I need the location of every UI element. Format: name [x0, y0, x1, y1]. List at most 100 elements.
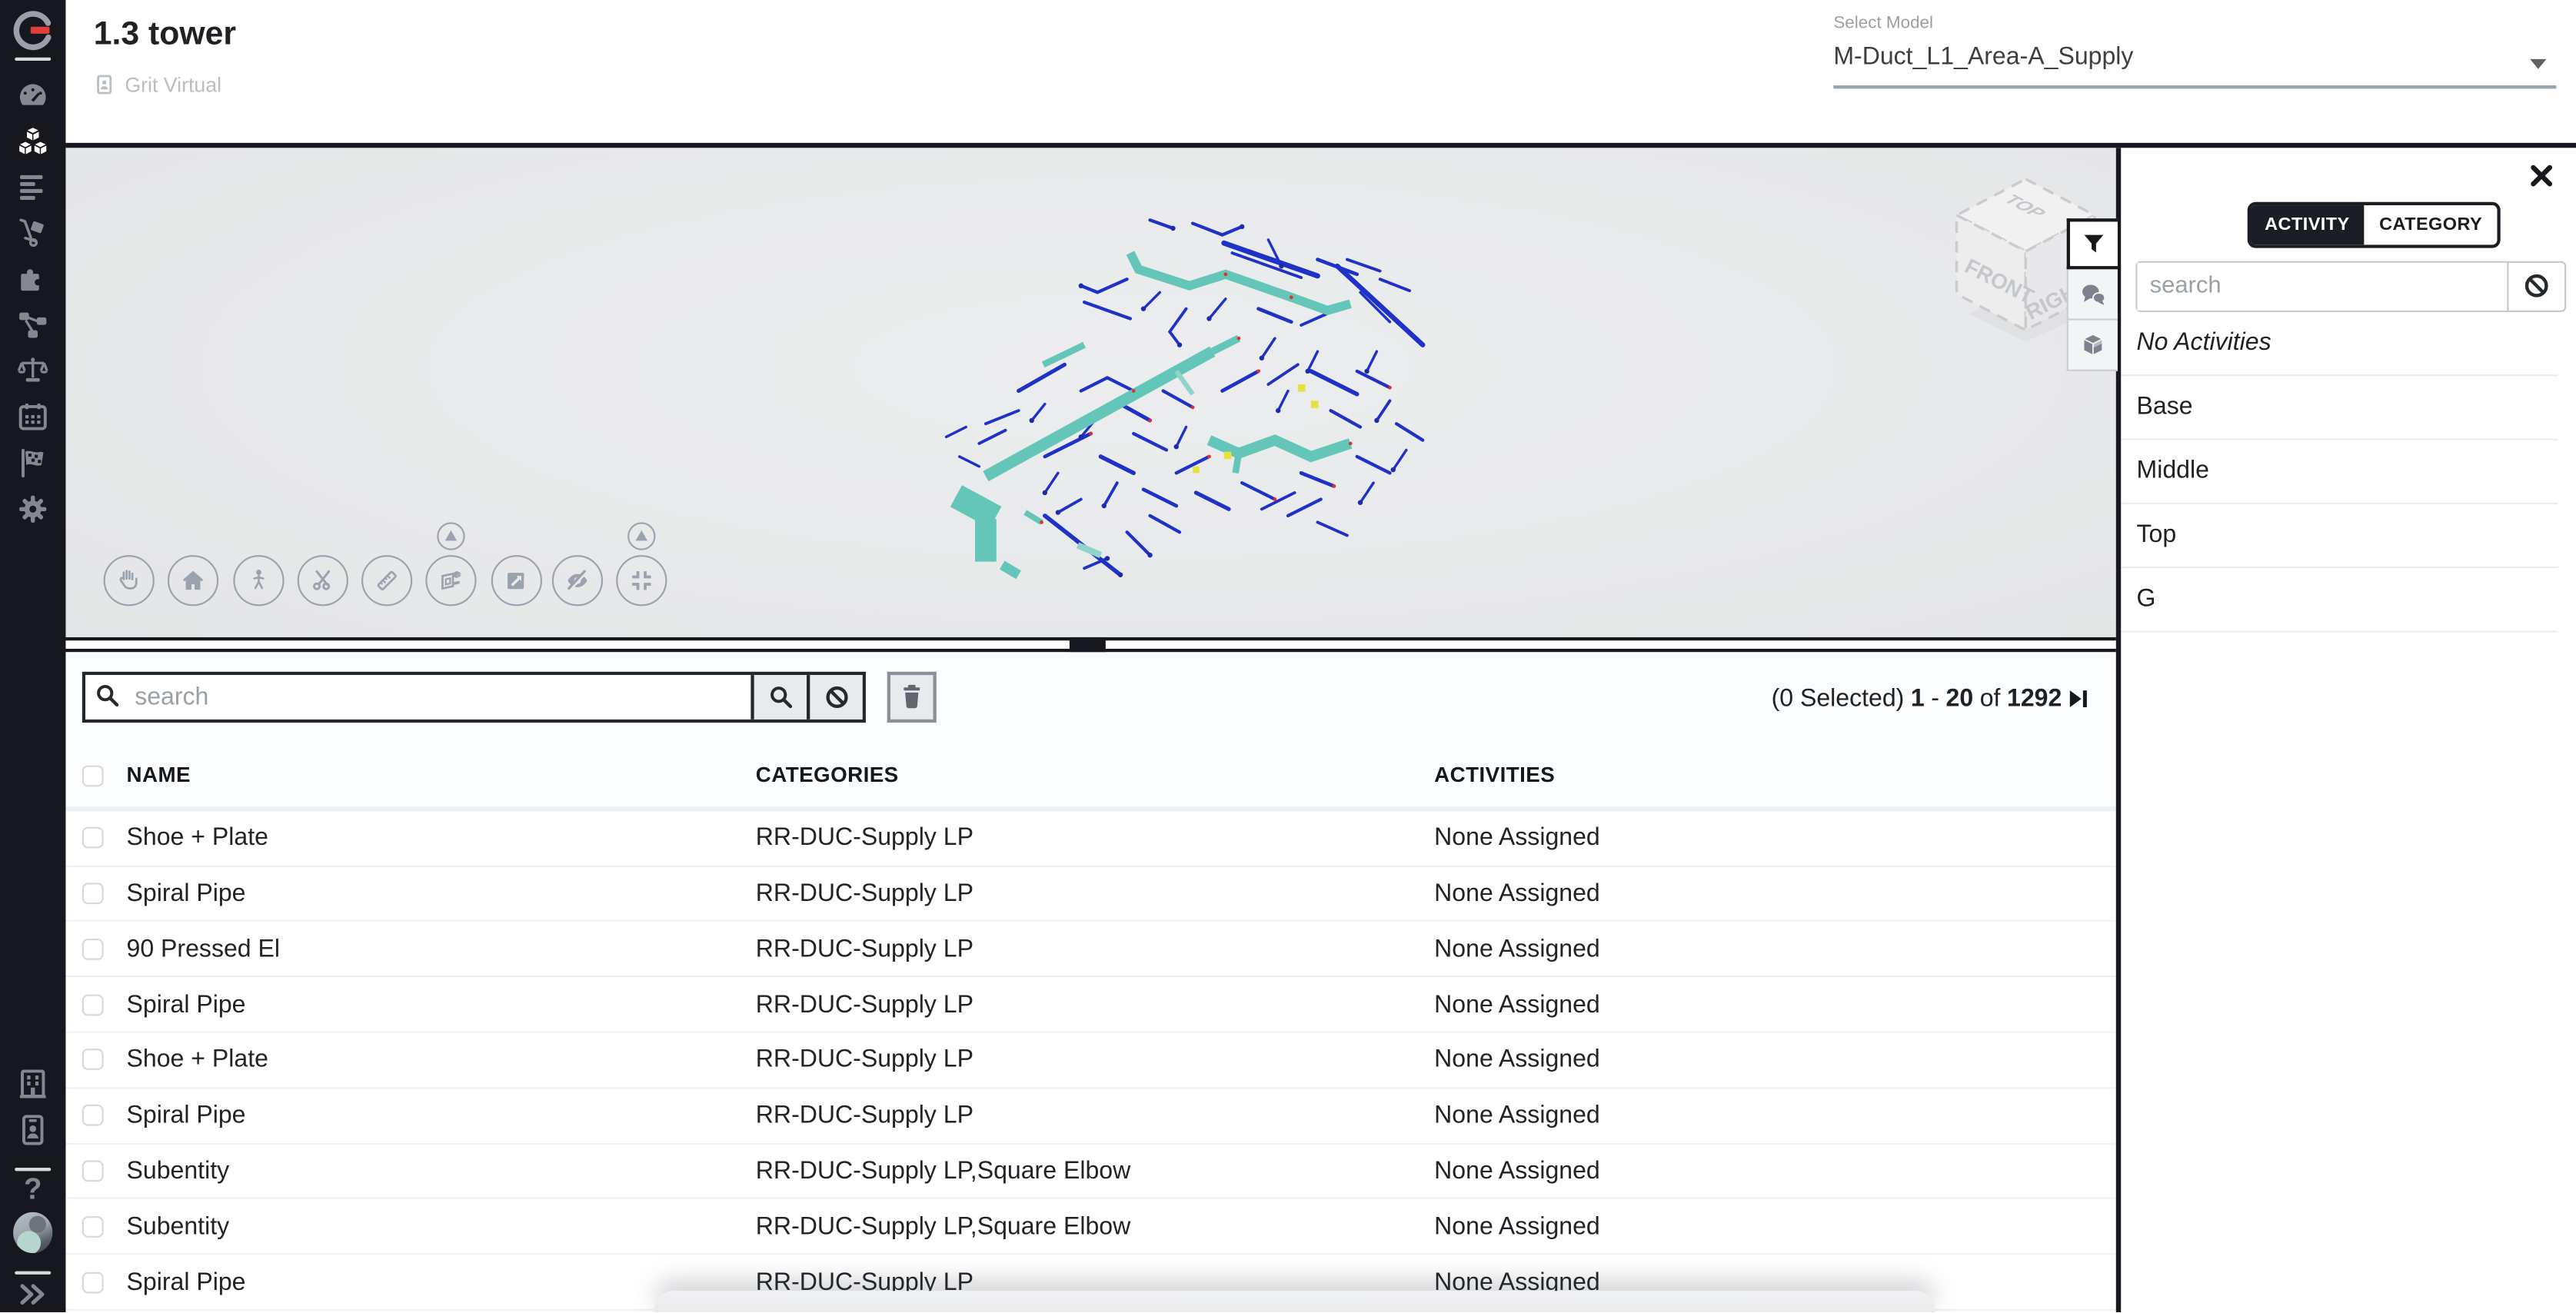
- cube-icon: [2078, 330, 2107, 359]
- comments-button[interactable]: [2066, 269, 2117, 320]
- horizontal-splitter[interactable]: [65, 637, 2115, 652]
- expand-sidebar-icon[interactable]: [13, 1276, 52, 1313]
- row-checkbox[interactable]: [82, 939, 104, 960]
- close-panel-button[interactable]: [2528, 161, 2554, 188]
- range-start: 1: [1911, 684, 1925, 712]
- logistics-dolly-icon[interactable]: [13, 214, 52, 253]
- splitter-line: [65, 648, 2115, 651]
- panel-search-group: [2135, 261, 2565, 311]
- panel-search-input[interactable]: [2137, 262, 2507, 310]
- user-avatar[interactable]: [13, 1212, 52, 1252]
- table-header-row: NAME CATEGORIES ACTIVITIES: [65, 747, 2115, 806]
- model-select[interactable]: Select Model M-Duct_L1_Area-A_Supply: [1833, 0, 2556, 98]
- select-all-checkbox[interactable]: [82, 765, 104, 786]
- pagination: (0 Selected) 1 - 20 of 1292: [1772, 684, 2090, 712]
- hide-objects-button[interactable]: [551, 554, 602, 605]
- chevron-down-icon: [2530, 59, 2546, 69]
- column-header-categories[interactable]: CATEGORIES: [756, 762, 899, 786]
- last-page-icon[interactable]: [2068, 688, 2090, 710]
- company-building-icon[interactable]: [13, 1064, 52, 1103]
- comments-icon: [2078, 279, 2107, 308]
- filter-panel: ACTIVITY CATEGORY No Activities Base Mid…: [2120, 147, 2576, 1312]
- grit-logo-icon[interactable]: [13, 10, 52, 49]
- duct-model-3d[interactable]: [887, 193, 1429, 579]
- sidebar-divider: [15, 58, 51, 61]
- model-viewport[interactable]: TOP FRONT RIGHT: [65, 147, 2115, 637]
- fit-view-button[interactable]: [615, 554, 666, 605]
- left-sidebar: ?: [0, 0, 65, 1313]
- table-search-input[interactable]: [85, 675, 751, 720]
- selected-count: (0 Selected): [1772, 684, 1905, 712]
- settings-gear-icon[interactable]: [13, 490, 52, 529]
- row-checkbox[interactable]: [82, 883, 104, 904]
- isolate-box-button[interactable]: [424, 554, 475, 605]
- project-name: Grit Virtual: [125, 73, 221, 96]
- table-row[interactable]: Spiral PipeRR-DUC-Supply LPNone Assigned: [65, 866, 2115, 922]
- row-checkbox[interactable]: [82, 1216, 104, 1238]
- badge-icon: [94, 72, 115, 97]
- block-icon: [824, 684, 848, 709]
- schedule-calendar-icon[interactable]: [13, 397, 52, 437]
- elements-table-panel: (0 Selected) 1 - 20 of 1292 NAME CATEGOR…: [65, 652, 2115, 1313]
- section-cut-button[interactable]: [297, 554, 348, 605]
- row-checkbox[interactable]: [82, 827, 104, 849]
- delete-button[interactable]: [887, 671, 937, 722]
- fit-view-options-button[interactable]: [627, 521, 655, 549]
- activity-item[interactable]: G: [2120, 567, 2557, 631]
- table-search-button[interactable]: [751, 675, 807, 720]
- activity-item[interactable]: Top: [2120, 504, 2557, 567]
- table-row[interactable]: Shoe + PlateRR-DUC-Supply LPNone Assigne…: [65, 1033, 2115, 1089]
- table-body: Shoe + PlateRR-DUC-Supply LPNone Assigne…: [65, 811, 2115, 1311]
- column-header-activities[interactable]: ACTIVITIES: [1434, 762, 1555, 786]
- app-root: ? 1.3 tower Grit Virtual Select Model M-…: [0, 0, 2576, 1313]
- page-title: 1.3 tower: [94, 16, 236, 54]
- first-person-button[interactable]: [232, 554, 283, 605]
- activity-item[interactable]: Middle: [2120, 440, 2557, 504]
- activity-list-icon[interactable]: [13, 168, 52, 207]
- model-select-value: M-Duct_L1_Area-A_Supply: [1833, 43, 2133, 71]
- panel-clear-button[interactable]: [2506, 262, 2564, 310]
- dashboard-gauge-icon[interactable]: [13, 75, 52, 115]
- measure-button[interactable]: [361, 554, 411, 605]
- tab-activity[interactable]: ACTIVITY: [2250, 204, 2365, 244]
- avatar-photo: [13, 1212, 52, 1252]
- clear-search-button[interactable]: [807, 675, 863, 720]
- row-checkbox[interactable]: [82, 1105, 104, 1126]
- filter-icon: [2079, 230, 2107, 258]
- milestones-flag-icon[interactable]: [13, 444, 52, 483]
- select-underline: [1833, 85, 2556, 88]
- work-structure-icon[interactable]: [13, 305, 52, 344]
- trash-icon: [900, 683, 924, 710]
- table-row[interactable]: Spiral PipeRR-DUC-Supply LPNone Assigned: [65, 1089, 2115, 1144]
- row-checkbox[interactable]: [82, 1160, 104, 1182]
- isolate-options-button[interactable]: [437, 521, 464, 549]
- integrations-puzzle-icon[interactable]: [13, 260, 52, 299]
- block-icon: [2523, 273, 2549, 299]
- compare-scales-icon[interactable]: [13, 351, 52, 391]
- tab-category[interactable]: CATEGORY: [2365, 204, 2497, 244]
- model-browser-button[interactable]: [2066, 321, 2117, 371]
- row-checkbox[interactable]: [82, 1271, 104, 1293]
- table-row[interactable]: Spiral PipeRR-DUC-Supply LPNone Assigned: [65, 978, 2115, 1033]
- row-checkbox[interactable]: [82, 994, 104, 1015]
- table-row[interactable]: 90 Pressed ElRR-DUC-Supply LPNone Assign…: [65, 922, 2115, 977]
- activity-item[interactable]: Base: [2120, 375, 2557, 439]
- table-row[interactable]: SubentityRR-DUC-Supply LP,Square ElbowNo…: [65, 1199, 2115, 1255]
- no-activities-option[interactable]: No Activities: [2120, 311, 2557, 375]
- home-view-button[interactable]: [167, 554, 218, 605]
- fullscreen-button[interactable]: [491, 554, 541, 605]
- pan-tool-button[interactable]: [103, 554, 154, 605]
- bottom-sheet-shadow: [654, 1291, 1935, 1313]
- top-header: 1.3 tower Grit Virtual Select Model M-Du…: [65, 0, 2576, 143]
- table-row[interactable]: SubentityRR-DUC-Supply LP,Square ElbowNo…: [65, 1144, 2115, 1199]
- row-checkbox[interactable]: [82, 1049, 104, 1071]
- help-icon[interactable]: ?: [13, 1169, 52, 1208]
- filter-tabs: ACTIVITY CATEGORY: [2247, 201, 2501, 248]
- contact-card-icon[interactable]: [13, 1110, 52, 1149]
- table-row[interactable]: Shoe + PlateRR-DUC-Supply LPNone Assigne…: [65, 811, 2115, 866]
- model-cubes-icon[interactable]: [13, 121, 52, 161]
- close-icon: [2530, 164, 2553, 187]
- filter-button[interactable]: [2066, 218, 2117, 269]
- sidebar-divider: [15, 1271, 51, 1275]
- column-header-name[interactable]: NAME: [127, 762, 191, 786]
